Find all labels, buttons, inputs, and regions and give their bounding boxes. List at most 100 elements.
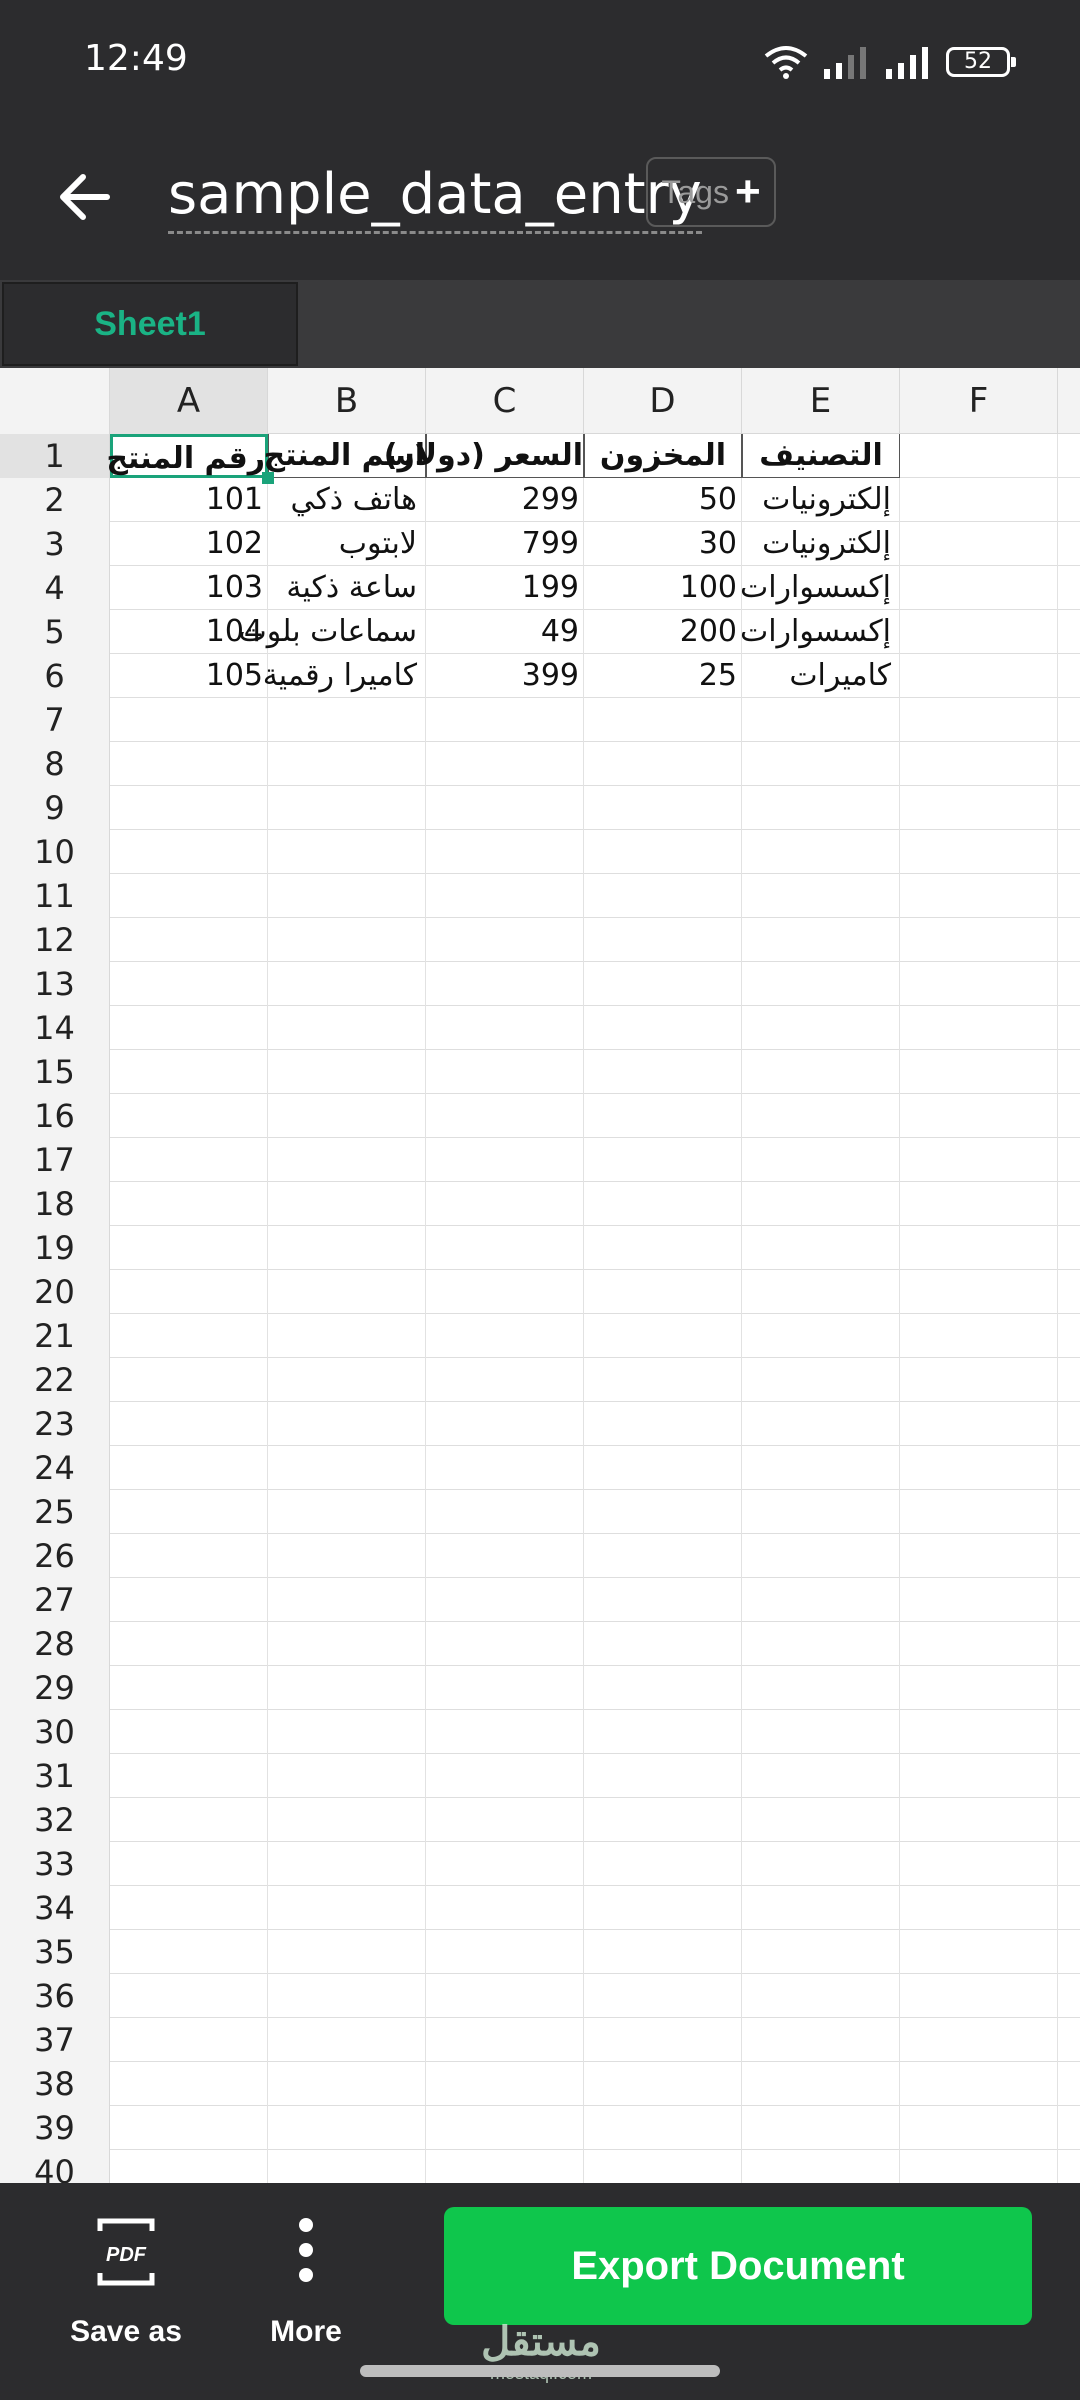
- header-cell[interactable]: السعر (دولار): [384, 434, 584, 478]
- grid-cell[interactable]: [268, 1710, 426, 1754]
- grid-cell[interactable]: [742, 1094, 900, 1138]
- grid-cell[interactable]: [900, 1842, 1058, 1886]
- spreadsheet-grid[interactable]: ABCDEF 1 رقم المنتج اسم المنتج السعر (دولار…: [0, 368, 1080, 2183]
- grid-cell[interactable]: [1058, 566, 1080, 610]
- grid-cell[interactable]: [426, 1798, 584, 1842]
- grid-cell[interactable]: [268, 698, 426, 742]
- data-cell[interactable]: 103: [110, 566, 268, 610]
- grid-cell[interactable]: [742, 1842, 900, 1886]
- grid-cell[interactable]: [900, 1886, 1058, 1930]
- grid-cell[interactable]: [1058, 1534, 1080, 1578]
- data-cell[interactable]: 25: [584, 654, 742, 698]
- grid-cell[interactable]: [900, 434, 1058, 478]
- grid-cell[interactable]: [900, 1754, 1058, 1798]
- grid-cell[interactable]: [900, 962, 1058, 1006]
- grid-cell[interactable]: [1058, 918, 1080, 962]
- more-button[interactable]: More: [226, 2209, 386, 2359]
- grid-cell[interactable]: [742, 1446, 900, 1490]
- grid-cell[interactable]: [900, 654, 1058, 698]
- grid-cell[interactable]: [1058, 1666, 1080, 1710]
- grid-cell[interactable]: [426, 2062, 584, 2106]
- grid-cell[interactable]: [110, 1094, 268, 1138]
- grid-cell[interactable]: [584, 1094, 742, 1138]
- grid-cell[interactable]: [110, 1490, 268, 1534]
- grid-cell[interactable]: [584, 1358, 742, 1402]
- grid-cell[interactable]: [742, 1578, 900, 1622]
- grid-cell[interactable]: [110, 1182, 268, 1226]
- data-cell[interactable]: 101: [110, 478, 268, 522]
- grid-cell[interactable]: [900, 1974, 1058, 2018]
- header-cell[interactable]: رقم المنتج: [106, 434, 268, 478]
- grid-cell[interactable]: [426, 742, 584, 786]
- grid-cell[interactable]: [584, 874, 742, 918]
- grid-cell[interactable]: [584, 2106, 742, 2150]
- grid-cell[interactable]: [900, 566, 1058, 610]
- grid-cell[interactable]: [1058, 1578, 1080, 1622]
- grid-cell[interactable]: [426, 1182, 584, 1226]
- grid-cell[interactable]: [268, 918, 426, 962]
- grid-cell[interactable]: [742, 1710, 900, 1754]
- row-number[interactable]: 23: [0, 1402, 110, 1446]
- grid-cell[interactable]: [742, 1622, 900, 1666]
- row-number[interactable]: 8: [0, 742, 110, 786]
- column-header-overflow[interactable]: [1058, 368, 1080, 434]
- grid-cell[interactable]: [268, 1314, 426, 1358]
- grid-cell[interactable]: [742, 874, 900, 918]
- grid-cell[interactable]: [742, 1226, 900, 1270]
- row-number[interactable]: 22: [0, 1358, 110, 1402]
- grid-cell[interactable]: [110, 1754, 268, 1798]
- grid-cell[interactable]: [584, 1974, 742, 2018]
- grid-cell[interactable]: [110, 1534, 268, 1578]
- grid-cell[interactable]: [742, 1050, 900, 1094]
- data-cell[interactable]: كاميرا رقمية: [263, 654, 426, 698]
- grid-cell[interactable]: [268, 2018, 426, 2062]
- grid-cell[interactable]: [268, 1886, 426, 1930]
- row-number[interactable]: 10: [0, 830, 110, 874]
- grid-cell[interactable]: [1058, 1006, 1080, 1050]
- data-cell[interactable]: كاميرات: [742, 654, 900, 698]
- grid-cell[interactable]: [426, 1270, 584, 1314]
- data-cell[interactable]: 200: [584, 610, 742, 654]
- grid-cell[interactable]: [1058, 1270, 1080, 1314]
- grid-cell[interactable]: [426, 1226, 584, 1270]
- row-number[interactable]: 15: [0, 1050, 110, 1094]
- data-cell[interactable]: 30: [584, 522, 742, 566]
- grid-cell[interactable]: [742, 1314, 900, 1358]
- grid-cell[interactable]: [742, 1534, 900, 1578]
- grid-cell[interactable]: [742, 1270, 900, 1314]
- grid-cell[interactable]: [900, 2018, 1058, 2062]
- grid-cell[interactable]: [900, 1358, 1058, 1402]
- header-cell[interactable]: التصنيف: [742, 434, 900, 478]
- grid-cell[interactable]: [426, 1314, 584, 1358]
- grid-cell[interactable]: [742, 2062, 900, 2106]
- grid-cell[interactable]: [1058, 1182, 1080, 1226]
- grid-cell[interactable]: [584, 1930, 742, 1974]
- grid-cell[interactable]: [426, 1534, 584, 1578]
- row-number[interactable]: 19: [0, 1226, 110, 1270]
- grid-cell[interactable]: [268, 962, 426, 1006]
- grid-cell[interactable]: [1058, 1798, 1080, 1842]
- grid-cell[interactable]: [1058, 1402, 1080, 1446]
- grid-cell[interactable]: [268, 1050, 426, 1094]
- grid-cell[interactable]: [1058, 1446, 1080, 1490]
- grid-cell[interactable]: [742, 1006, 900, 1050]
- grid-cell[interactable]: [268, 1006, 426, 1050]
- grid-cell[interactable]: [268, 1930, 426, 1974]
- row-number[interactable]: 30: [0, 1710, 110, 1754]
- row-number[interactable]: 27: [0, 1578, 110, 1622]
- grid-cell[interactable]: [900, 1798, 1058, 1842]
- grid-cell[interactable]: [426, 2106, 584, 2150]
- grid-cell[interactable]: [900, 1006, 1058, 1050]
- grid-cell[interactable]: [268, 786, 426, 830]
- grid-cell[interactable]: [1058, 1050, 1080, 1094]
- grid-cell[interactable]: [268, 1842, 426, 1886]
- grid-cell[interactable]: [426, 1622, 584, 1666]
- grid-cell[interactable]: [1058, 698, 1080, 742]
- column-header-a[interactable]: A: [110, 368, 268, 434]
- data-cell[interactable]: 102: [110, 522, 268, 566]
- grid-cell[interactable]: [1058, 1314, 1080, 1358]
- grid-cell[interactable]: [900, 610, 1058, 654]
- row-number[interactable]: 18: [0, 1182, 110, 1226]
- grid-cell[interactable]: [426, 1666, 584, 1710]
- grid-cell[interactable]: [110, 786, 268, 830]
